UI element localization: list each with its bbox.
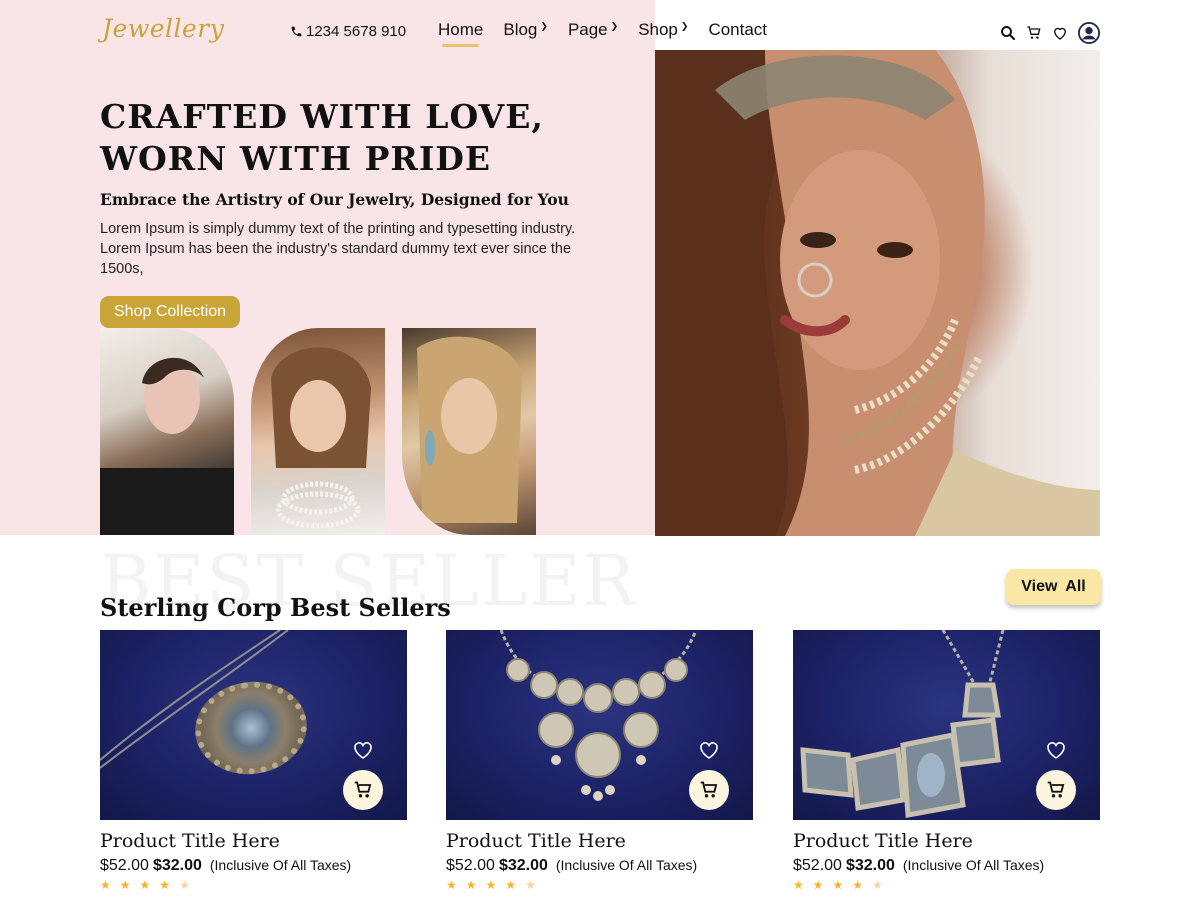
star-half-icon: ★	[179, 878, 190, 892]
tax-note: (Inclusive Of All Taxes)	[209, 857, 352, 873]
model-thumbnail-1	[100, 328, 234, 535]
add-to-cart-button[interactable]	[689, 770, 729, 810]
star-icon: ★	[139, 878, 151, 892]
star-icon: ★	[485, 878, 497, 892]
wishlist-heart-icon[interactable]	[1044, 738, 1068, 762]
cart-icon	[1047, 781, 1065, 798]
rating-stars: ★ ★ ★ ★ ★	[793, 879, 1100, 891]
star-icon: ★	[832, 878, 844, 892]
star-icon: ★	[119, 878, 131, 892]
chevron-down-icon: ❯	[610, 21, 619, 31]
product-title[interactable]: Product Title Here	[793, 830, 1100, 852]
star-half-icon: ★	[872, 878, 883, 892]
old-price: $52.00	[793, 857, 842, 874]
chevron-down-icon: ❯	[680, 21, 689, 31]
product-title[interactable]: Product Title Here	[100, 830, 407, 852]
model-thumbnail-3	[402, 328, 536, 535]
chevron-down-icon: ❯	[540, 21, 548, 31]
header-icons	[999, 22, 1100, 44]
nav-shop-label: Shop	[638, 20, 678, 39]
heart-icon[interactable]	[1051, 24, 1069, 42]
star-icon: ★	[100, 878, 111, 892]
sale-price: $32.00	[498, 857, 548, 874]
add-to-cart-button[interactable]	[343, 770, 383, 810]
wishlist-heart-icon[interactable]	[697, 738, 721, 762]
tax-note: (Inclusive Of All Taxes)	[902, 857, 1045, 873]
hero-title: CRAFTED WITH LOVE, WORN WITH PRIDE	[100, 96, 600, 180]
phone-number: 1234 5678 910	[290, 23, 406, 40]
phone-icon	[291, 26, 302, 37]
star-icon: ★	[812, 878, 824, 892]
nav-shop[interactable]: Shop ❯	[638, 20, 688, 40]
nav-blog-label: Blog	[503, 20, 538, 39]
nav-contact[interactable]: Contact	[708, 20, 767, 40]
product-price: $52.00 $32.00 (Inclusive Of All Taxes)	[100, 857, 407, 875]
search-icon[interactable]	[999, 24, 1017, 42]
add-to-cart-button[interactable]	[1036, 770, 1076, 810]
star-icon: ★	[793, 878, 804, 892]
product-card[interactable]: Product Title Here $52.00 $32.00 (Inclusiv…	[793, 630, 1100, 891]
star-half-icon: ★	[525, 878, 536, 892]
nav-blog[interactable]: Blog ❯	[503, 20, 548, 40]
main-nav: Home Blog ❯ Page ❯ Shop ❯ Contact	[438, 20, 787, 47]
phone-text: 1234 5678 910	[306, 23, 407, 40]
hero-title-line2: WORN WITH PRIDE	[100, 139, 492, 178]
product-price: $52.00 $32.00 (Inclusive Of All Taxes)	[793, 857, 1100, 875]
star-icon: ★	[465, 878, 477, 892]
product-image[interactable]	[793, 630, 1100, 820]
hero-title-line1: CRAFTED WITH LOVE,	[100, 97, 544, 136]
nav-home-label: Home	[438, 20, 484, 39]
nav-page[interactable]: Page ❯	[568, 20, 618, 40]
product-card[interactable]: Product Title Here $52.00 $32.00 (Inclusiv…	[100, 630, 407, 891]
tax-note: (Inclusive Of All Taxes)	[555, 857, 698, 873]
hero-description: Lorem Ipsum is simply dummy text of the …	[100, 221, 576, 277]
sale-price: $32.00	[845, 857, 895, 874]
logo[interactable]: Jewellery	[102, 14, 224, 43]
model-thumbnail-2	[251, 328, 385, 535]
nav-home[interactable]: Home	[438, 20, 484, 47]
star-icon: ★	[159, 878, 171, 892]
cart-icon	[354, 781, 372, 798]
star-icon: ★	[505, 878, 517, 892]
product-card[interactable]: Product Title Here $52.00 $32.00 (Inclusiv…	[446, 630, 753, 891]
sale-price: $32.00	[152, 857, 202, 874]
product-price: $52.00 $32.00 (Inclusive Of All Taxes)	[446, 857, 753, 875]
product-image[interactable]	[446, 630, 753, 820]
old-price: $52.00	[100, 857, 149, 874]
rating-stars: ★ ★ ★ ★ ★	[446, 879, 753, 891]
shop-collection-button[interactable]: Shop Collection	[100, 296, 241, 328]
wishlist-heart-icon[interactable]	[351, 738, 375, 762]
product-title[interactable]: Product Title Here	[446, 830, 753, 852]
section-title: Sterling Corp Best Sellers	[100, 593, 451, 622]
rating-stars: ★ ★ ★ ★ ★	[100, 879, 407, 891]
hero-subtitle: Embrace the Artistry of Our Jewelry, Des…	[100, 190, 569, 209]
old-price: $52.00	[446, 857, 495, 874]
nav-contact-label: Contact	[708, 20, 768, 39]
user-avatar-icon[interactable]	[1078, 22, 1100, 44]
star-icon: ★	[446, 878, 457, 892]
star-icon: ★	[852, 878, 864, 892]
hero-model-image	[655, 50, 1100, 536]
nav-page-label: Page	[567, 20, 608, 39]
product-image[interactable]	[100, 630, 407, 820]
cart-icon	[700, 781, 718, 798]
cart-icon[interactable]	[1026, 25, 1042, 41]
view-all-button[interactable]: View All	[1006, 569, 1101, 605]
